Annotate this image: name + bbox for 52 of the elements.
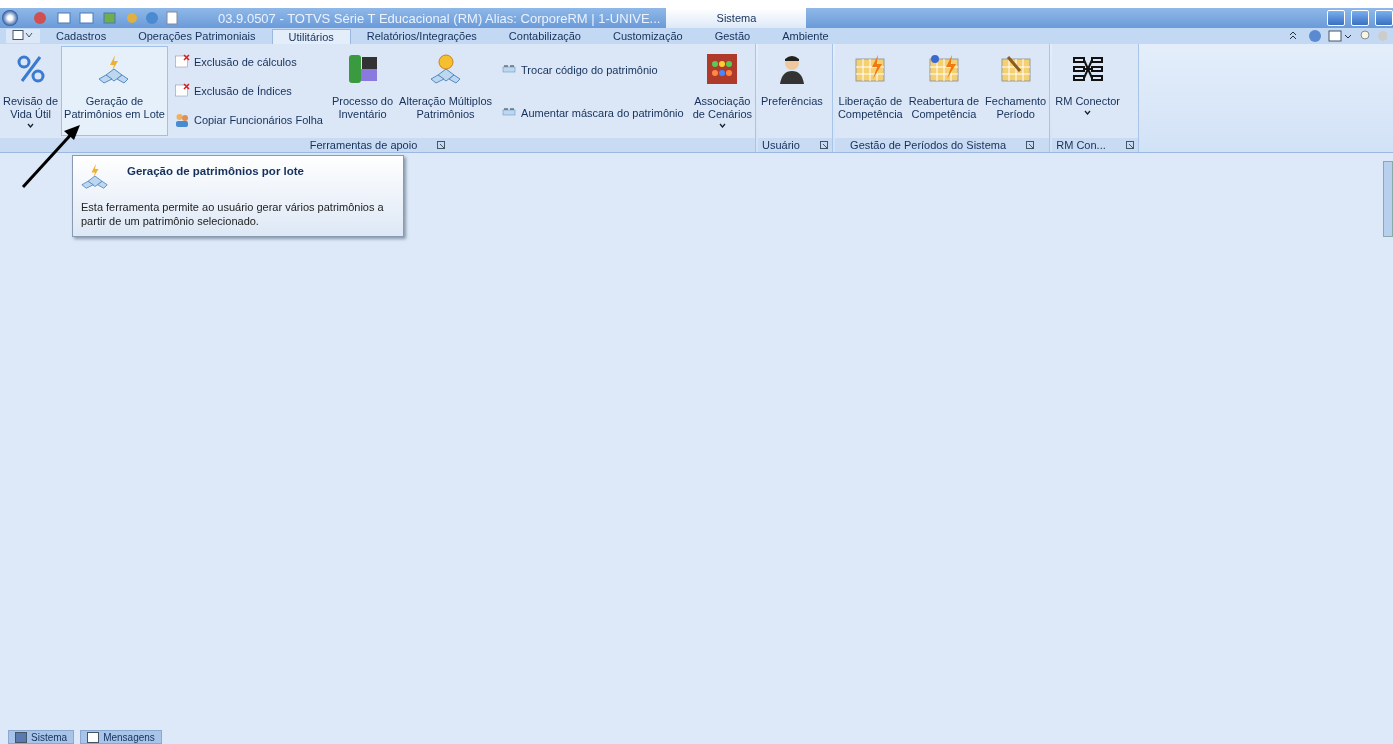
dialog-launcher-icon[interactable] (819, 141, 828, 149)
help-toolbar-icon[interactable] (1287, 29, 1387, 43)
ribbon-small-button[interactable]: Aumentar máscara do patrimônio (499, 103, 686, 122)
ribbon-tab[interactable]: Contabilização (492, 29, 597, 43)
diamond-stack-icon (81, 162, 109, 190)
ribbon-small-button[interactable]: Exclusão de Índices (171, 82, 325, 100)
ribbon-button[interactable]: Reabertura de Competência (905, 46, 983, 136)
group-title: Gestão de Períodos do Sistema (850, 139, 1007, 151)
ribbon-small-button[interactable]: Trocar código do patrimônio (499, 60, 686, 79)
people-icon (173, 111, 190, 128)
ribbon-button[interactable]: Processo do Inventário (328, 46, 397, 136)
ribbon-tab[interactable]: Ambiente (766, 29, 845, 43)
group-title: Usuário (762, 139, 800, 151)
group-title: Ferramentas de apoio (309, 139, 418, 151)
calendar-bolt-icon (927, 53, 960, 85)
minimize-button[interactable] (1327, 10, 1345, 26)
ribbon-button[interactable]: Alteração Múltiplos Patrimônios (396, 46, 496, 136)
ribbon-tab[interactable]: Utilitários (271, 28, 351, 44)
context-tab[interactable]: Sistema (666, 8, 807, 28)
tooltip-text: Esta ferramenta permite ao usuário gerar vários patrimônios a partir de um patrimônio selecionado. (81, 200, 385, 228)
diamond-stack-icon (98, 53, 131, 85)
close-button[interactable] (1375, 10, 1393, 26)
ribbon-button[interactable]: Liberação de Competência (834, 46, 906, 136)
app-menu-button[interactable] (2, 10, 18, 26)
ribbon-button[interactable]: Geração de Patrimônios em Lote (61, 46, 168, 136)
calendar-broom-icon (999, 53, 1032, 85)
ribbon-button[interactable]: Fechamento Período (982, 46, 1050, 136)
calendar-bolt-icon (854, 53, 887, 85)
ribbon-small-button[interactable]: Copiar Funcionários Folha (171, 110, 325, 129)
ribbon-button[interactable]: RM Conector (1052, 46, 1124, 136)
restore-button[interactable] (1351, 10, 1369, 26)
ribbon-tab[interactable]: Gestão (698, 29, 767, 43)
dialog-launcher-icon[interactable] (437, 141, 446, 149)
window-title: 03.9.0507 - TOTVS Série T Educacional (RM) Alias: CorporeRM | 1-UNIVE... (218, 10, 661, 26)
annotation-arrow (20, 123, 82, 189)
ribbon-button[interactable]: Associação de Cenários (689, 46, 755, 136)
ribbon-button[interactable]: Preferências (758, 46, 826, 136)
dialog-launcher-icon[interactable] (1026, 141, 1035, 149)
grid-dots-icon (706, 53, 739, 85)
group-title: RM Con... (1056, 139, 1106, 151)
ribbon-tab[interactable]: Relatórios/Integrações (350, 29, 493, 43)
taskbar-button[interactable]: Mensagens (80, 730, 162, 744)
tooltip-title: Geração de patrimônios por lote (127, 165, 304, 177)
menu-tab[interactable] (6, 29, 40, 43)
ribbon-tab[interactable]: Customização (597, 29, 699, 43)
diamond-stack-icon (429, 53, 462, 85)
taskbar-button[interactable]: Sistema (8, 730, 75, 744)
ribbon-tab[interactable]: Operações Patrimoniais (122, 29, 272, 43)
ribbon-button[interactable]: Revisão de Vida Útil (0, 46, 62, 136)
dialog-launcher-icon[interactable] (1125, 141, 1134, 149)
ribbon-small-button[interactable]: Exclusão de cálculos (171, 53, 325, 72)
ribbon-tab[interactable]: Cadastros (40, 29, 123, 43)
